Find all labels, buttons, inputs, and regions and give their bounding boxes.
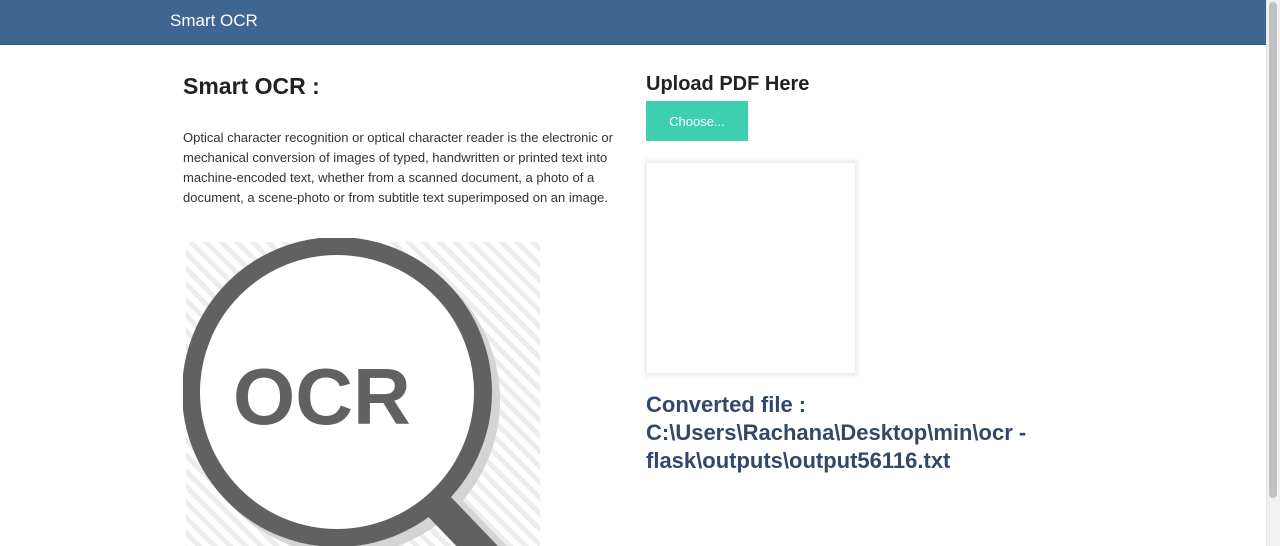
navbar: Smart OCR	[0, 0, 1267, 45]
ocr-illustration-text: OCR	[233, 352, 411, 441]
upload-section: Upload PDF Here Choose... Converted file…	[646, 70, 1206, 473]
pdf-preview-box	[646, 162, 856, 374]
converted-file-path: Converted file : C:\Users\Rachana\Deskto…	[646, 392, 1027, 473]
ocr-magnifier-illustration: OCR	[183, 238, 540, 546]
page-scrollbar[interactable]	[1266, 0, 1280, 546]
intro-section: Smart OCR : Optical character recognitio…	[183, 70, 623, 208]
navbar-brand[interactable]: Smart OCR	[170, 11, 258, 31]
upload-heading: Upload PDF Here	[646, 73, 810, 95]
scrollbar-thumb[interactable]	[1269, 2, 1277, 498]
magnifying-glass-icon: OCR	[183, 238, 540, 546]
choose-file-button[interactable]: Choose...	[646, 101, 748, 141]
page-title: Smart OCR :	[183, 73, 320, 99]
ocr-description: Optical character recognition or optical…	[183, 130, 613, 205]
